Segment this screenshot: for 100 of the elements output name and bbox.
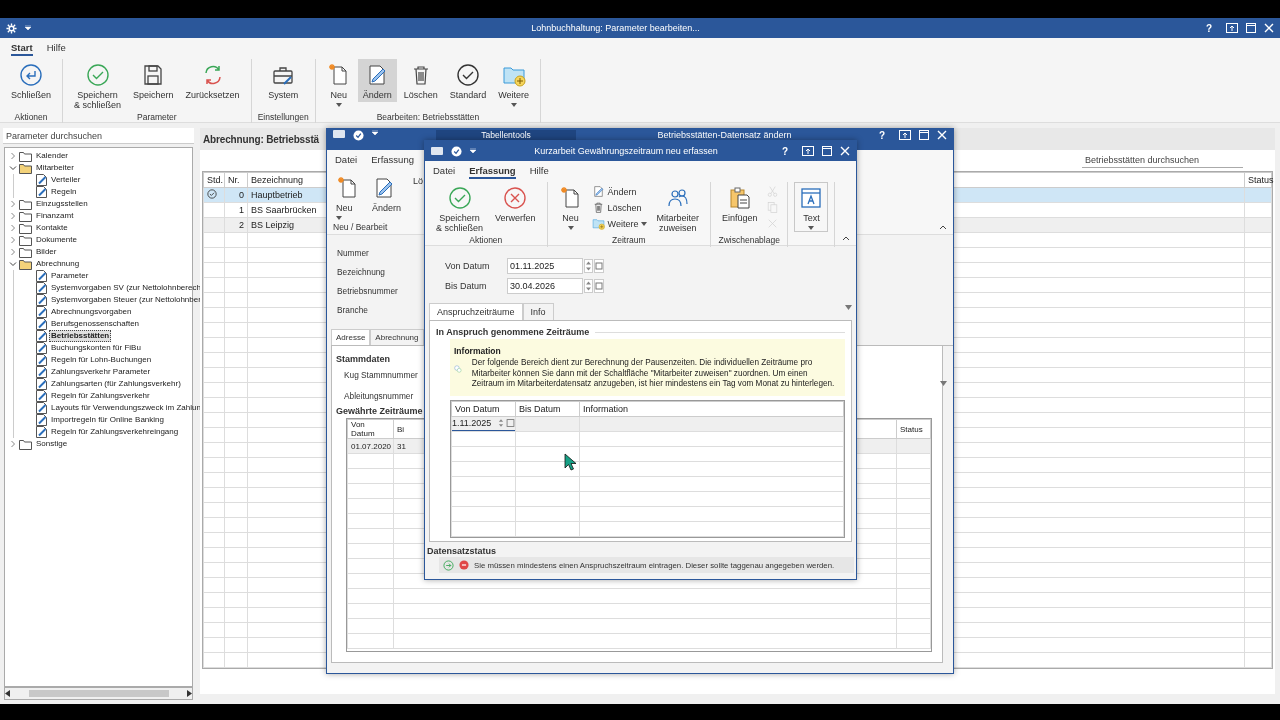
tree-item[interactable]: Zahlungsverkehr Parameter bbox=[49, 366, 153, 378]
pin-icon[interactable] bbox=[1226, 23, 1238, 33]
checkmark-icon[interactable] bbox=[451, 145, 462, 157]
tab[interactable]: Start bbox=[11, 42, 33, 56]
date-field[interactable]: 1.11.2025 bbox=[452, 416, 515, 431]
tree-item[interactable]: Bilder bbox=[34, 246, 59, 258]
ribbon-button[interactable]: System bbox=[263, 59, 304, 102]
column-header[interactable]: Information bbox=[579, 401, 844, 416]
tree-item[interactable]: Verteiler bbox=[49, 174, 83, 186]
column-header[interactable]: Status bbox=[896, 419, 931, 439]
ribbon-button[interactable]: Weitere bbox=[493, 59, 535, 109]
calendar-icon[interactable] bbox=[594, 259, 604, 273]
ribbon-button[interactable]: Text bbox=[794, 182, 829, 232]
tree-item[interactable]: Zahlungsarten (für Zahlungsverkehr) bbox=[49, 378, 183, 390]
checkmark-icon bbox=[456, 63, 480, 87]
ribbon-button[interactable]: Lö bbox=[410, 172, 427, 188]
spinner-icon[interactable] bbox=[584, 259, 593, 273]
column-header[interactable]: Von Datum bbox=[347, 419, 394, 439]
tree-item[interactable]: Systemvorgaben SV (zur Nettolohnberech bbox=[49, 282, 203, 294]
tree-item[interactable]: Regeln für Zahlungsverkehr bbox=[49, 390, 152, 402]
tree-item[interactable]: Abrechnung bbox=[34, 258, 82, 270]
tab[interactable]: Hilfe bbox=[529, 165, 549, 179]
tree-item[interactable]: Layouts für Verwendungszweck im Zahlun bbox=[49, 402, 203, 414]
date-field[interactable]: 01.11.2025 bbox=[507, 258, 583, 274]
close-icon[interactable] bbox=[840, 146, 850, 156]
dropdown-icon[interactable] bbox=[372, 130, 378, 136]
calendar-icon[interactable] bbox=[506, 417, 515, 429]
spinner-icon[interactable] bbox=[584, 279, 593, 293]
ribbon-button[interactable]: Standard bbox=[444, 59, 492, 102]
help-button[interactable]: ? bbox=[872, 130, 891, 141]
tree-item[interactable]: Buchungskonten für FiBu bbox=[49, 342, 143, 354]
column-header[interactable]: Std. bbox=[203, 172, 225, 188]
ribbon-button[interactable]: Ändern bbox=[589, 184, 650, 199]
collapse-icon[interactable] bbox=[842, 235, 850, 241]
edit-document-icon bbox=[591, 185, 605, 198]
ribbon-button[interactable]: Weitere bbox=[589, 216, 650, 231]
tree-item[interactable]: Berufsgenossenschaften bbox=[49, 318, 142, 330]
maximize-icon[interactable] bbox=[919, 130, 929, 140]
tree-item[interactable]: Regeln für Lohn-Buchungen bbox=[49, 354, 154, 366]
tab[interactable]: Erfassung bbox=[469, 165, 516, 179]
scroll-left-icon[interactable] bbox=[5, 690, 11, 697]
tab[interactable]: Anspruchzeiträume bbox=[429, 303, 523, 320]
tab[interactable]: Datei bbox=[335, 154, 358, 168]
tree-item[interactable]: Abrechnungsvorgaben bbox=[49, 306, 134, 318]
scroll-right-icon[interactable] bbox=[186, 690, 192, 697]
tab[interactable]: Adresse bbox=[331, 329, 371, 345]
tree-item[interactable]: Importregeln für Online Banking bbox=[49, 414, 166, 426]
tree-item[interactable]: Regeln für Zahlungsverkehreingang bbox=[49, 426, 181, 438]
horizontal-scrollbar[interactable] bbox=[4, 687, 193, 700]
tree-item[interactable]: Dokumente bbox=[34, 234, 79, 246]
tree-item[interactable]: Regeln bbox=[49, 186, 79, 198]
column-header[interactable]: Bis Datum bbox=[515, 401, 580, 416]
ribbon-button[interactable]: Neu bbox=[321, 59, 356, 109]
close-icon[interactable] bbox=[1264, 23, 1274, 33]
ribbon-button[interactable]: Schließen bbox=[6, 59, 57, 102]
chevron-down-icon[interactable] bbox=[9, 164, 17, 172]
ribbon-button[interactable]: Speichern bbox=[128, 59, 179, 102]
dropdown-icon[interactable] bbox=[940, 381, 947, 386]
search-field[interactable]: Parameter durchsuchen bbox=[3, 128, 194, 144]
dropdown-icon[interactable] bbox=[25, 25, 31, 31]
maximize-icon[interactable] bbox=[1246, 23, 1256, 33]
collapse-icon[interactable] bbox=[939, 224, 947, 230]
maximize-icon[interactable] bbox=[822, 146, 832, 156]
dropdown-icon[interactable] bbox=[470, 148, 476, 154]
ribbon-button[interactable]: Löschen bbox=[589, 200, 650, 215]
tree-item[interactable]: Finanzamt bbox=[34, 210, 76, 222]
pin-icon[interactable] bbox=[899, 130, 911, 140]
tree-item[interactable]: Einzugsstellen bbox=[34, 198, 90, 210]
help-button[interactable]: ? bbox=[1199, 22, 1218, 34]
ribbon-button[interactable]: Löschen bbox=[398, 59, 443, 102]
dropdown-icon[interactable] bbox=[845, 305, 852, 310]
tab[interactable]: Abrechnung bbox=[370, 329, 424, 345]
pin-icon[interactable] bbox=[802, 146, 814, 156]
tree-item[interactable]: Kontakte bbox=[34, 222, 70, 234]
tree-item[interactable]: Mitarbeiter bbox=[34, 162, 76, 174]
tree-item[interactable]: Kalender bbox=[34, 150, 71, 162]
settings-icon[interactable] bbox=[6, 22, 17, 34]
checkmark-icon[interactable] bbox=[353, 130, 364, 141]
tab[interactable]: Hilfe bbox=[46, 42, 66, 56]
date-field[interactable]: 30.04.2026 bbox=[507, 278, 583, 294]
tree-item[interactable]: Parameter bbox=[49, 270, 91, 282]
ribbon-button[interactable]: Zurücksetzen bbox=[180, 59, 245, 102]
ribbon-button[interactable]: Speichern & schließen bbox=[69, 59, 127, 112]
help-button[interactable]: ? bbox=[775, 145, 794, 157]
spinner-icon[interactable] bbox=[497, 417, 505, 429]
calendar-icon[interactable] bbox=[594, 279, 604, 293]
document-icon bbox=[36, 330, 47, 342]
column-header[interactable]: Nr. bbox=[224, 172, 248, 188]
arrow-icon[interactable] bbox=[443, 559, 454, 571]
tab[interactable]: Erfassung bbox=[371, 154, 414, 168]
tab[interactable]: Info bbox=[522, 303, 554, 320]
column-header[interactable]: Von Datum bbox=[451, 401, 516, 416]
tree-item[interactable]: Systemvorgaben Steuer (zur Nettolohnber bbox=[49, 294, 203, 306]
ribbon-button[interactable]: Ändern bbox=[357, 59, 397, 102]
tree-item[interactable]: Sonstige bbox=[34, 438, 70, 450]
tree-item[interactable]: Betriebsstätten bbox=[49, 330, 112, 342]
close-icon[interactable] bbox=[937, 130, 947, 140]
chevron-down-icon[interactable] bbox=[9, 260, 17, 268]
tab[interactable]: Datei bbox=[433, 165, 456, 179]
column-header[interactable]: Status bbox=[1244, 172, 1272, 188]
